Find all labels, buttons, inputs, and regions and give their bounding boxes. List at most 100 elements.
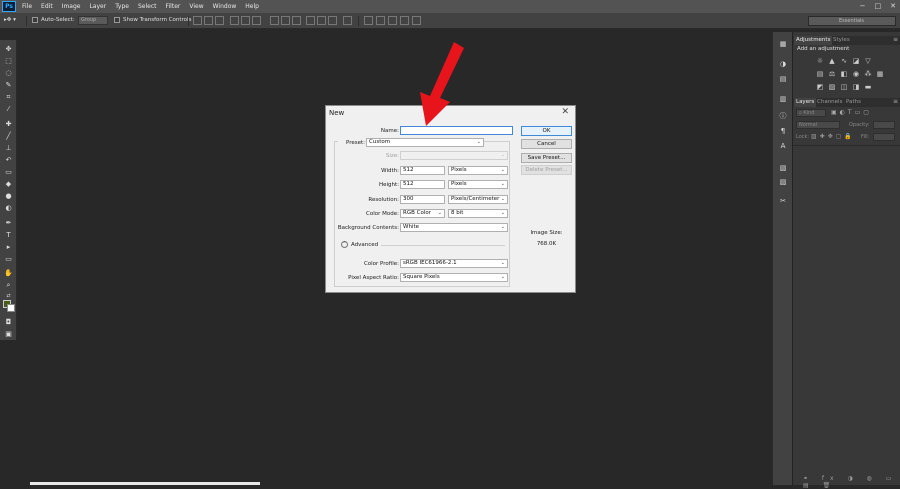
auto-align-icon[interactable] bbox=[343, 16, 352, 25]
bit-depth-select[interactable]: 8 bit ⌄ bbox=[448, 209, 508, 218]
photo-filter-icon[interactable]: ◉ bbox=[852, 70, 860, 78]
menu-select[interactable]: Select bbox=[138, 3, 157, 10]
ok-button[interactable]: OK bbox=[521, 126, 572, 136]
lasso-tool-icon[interactable]: ◌ bbox=[4, 69, 13, 77]
shape-tool-icon[interactable]: ▭ bbox=[4, 255, 13, 263]
menu-edit[interactable]: Edit bbox=[41, 3, 53, 10]
color-panel-icon[interactable]: ◑ bbox=[778, 60, 788, 69]
color-mode-select[interactable]: RGB Color ⌄ bbox=[400, 209, 445, 218]
preset-select[interactable]: Custom ⌄ bbox=[366, 138, 484, 147]
eyedropper-tool-icon[interactable]: ⁄ bbox=[4, 105, 13, 113]
crop-tool-icon[interactable]: ⌗ bbox=[4, 93, 13, 101]
black-white-icon[interactable]: ◧ bbox=[840, 70, 848, 78]
channel-mixer-icon[interactable]: ⁂ bbox=[864, 70, 872, 78]
tab-paths[interactable]: Paths bbox=[844, 98, 863, 107]
menu-image[interactable]: Image bbox=[62, 3, 81, 10]
3d-mode-icon[interactable] bbox=[364, 16, 373, 25]
width-unit-select[interactable]: Pixels ⌄ bbox=[448, 166, 508, 175]
posterize-icon[interactable]: ▨ bbox=[828, 83, 836, 91]
menu-view[interactable]: View bbox=[189, 3, 203, 10]
properties-panel-icon[interactable]: ▥ bbox=[778, 95, 788, 104]
width-input[interactable]: 512 bbox=[400, 166, 445, 175]
tab-styles[interactable]: Styles bbox=[831, 36, 852, 45]
hue-saturation-icon[interactable]: ▤ bbox=[816, 70, 824, 78]
clone-stamp-tool-icon[interactable]: ⊥ bbox=[4, 144, 13, 152]
distribute-top-icon[interactable] bbox=[270, 16, 279, 25]
threshold-icon[interactable]: ◫ bbox=[840, 83, 848, 91]
brightness-icon[interactable]: ☼ bbox=[816, 57, 824, 65]
selective-color-icon[interactable]: ◨ bbox=[852, 83, 860, 91]
3d-rotate-icon[interactable] bbox=[376, 16, 385, 25]
opacity-field[interactable] bbox=[873, 121, 895, 129]
history-brush-tool-icon[interactable]: ↶ bbox=[4, 156, 13, 164]
menu-type[interactable]: Type bbox=[115, 3, 129, 10]
align-right-icon[interactable] bbox=[252, 16, 261, 25]
pixel-aspect-ratio-select[interactable]: Square Pixels ⌄ bbox=[400, 273, 508, 282]
tab-layers[interactable]: Layers bbox=[794, 98, 817, 107]
minimize-icon[interactable]: − bbox=[860, 2, 866, 10]
color-profile-select[interactable]: sRGB IEC61966-2.1 ⌄ bbox=[400, 259, 508, 268]
menu-window[interactable]: Window bbox=[213, 3, 237, 10]
dodge-tool-icon[interactable]: ◐ bbox=[4, 204, 13, 212]
height-input[interactable]: 512 bbox=[400, 180, 445, 189]
tab-adjustments[interactable]: Adjustments bbox=[794, 36, 833, 45]
panel-menu-icon[interactable]: ≡ bbox=[893, 36, 898, 43]
invert-icon[interactable]: ◩ bbox=[816, 83, 824, 91]
gradient-map-icon[interactable]: ▬ bbox=[864, 83, 872, 91]
close-icon[interactable]: ✕ bbox=[561, 107, 569, 117]
move-tool-icon[interactable]: ✥ bbox=[4, 45, 13, 53]
3d-roll-icon[interactable] bbox=[388, 16, 397, 25]
resolution-input[interactable]: 300 bbox=[400, 195, 445, 204]
paragraph-panel-icon[interactable]: ¶ bbox=[778, 127, 788, 136]
blend-mode-select[interactable]: Normal bbox=[796, 121, 840, 129]
close-window-icon[interactable]: ✕ bbox=[890, 2, 896, 10]
paint-bucket-tool-icon[interactable]: ◆ bbox=[4, 180, 13, 188]
brush-presets-icon[interactable]: ▨ bbox=[778, 178, 788, 187]
layer-filter-icons[interactable]: ▣◐T▭▢ bbox=[831, 109, 872, 116]
move-tool-icon[interactable]: ▸✥ ▾ bbox=[4, 17, 16, 23]
menu-help[interactable]: Help bbox=[245, 3, 259, 10]
auto-select-checkbox[interactable] bbox=[32, 17, 38, 23]
resolution-unit-select[interactable]: Pixels/Centimeter ⌄ bbox=[448, 195, 508, 204]
path-select-tool-icon[interactable]: ▸ bbox=[4, 243, 13, 251]
3d-slide-icon[interactable] bbox=[412, 16, 421, 25]
distribute-hcenter-icon[interactable] bbox=[317, 16, 326, 25]
quick-select-tool-icon[interactable]: ✎ bbox=[4, 81, 13, 89]
info-panel-icon[interactable]: ⓘ bbox=[778, 112, 788, 121]
align-top-icon[interactable] bbox=[193, 16, 202, 25]
show-transform-checkbox[interactable] bbox=[114, 17, 120, 23]
lock-icons[interactable]: ▨✚✥▢🔒 bbox=[811, 133, 855, 140]
fill-field[interactable] bbox=[873, 133, 895, 141]
quick-mask-icon[interactable]: ◘ bbox=[4, 318, 13, 326]
eraser-tool-icon[interactable]: ▭ bbox=[4, 168, 13, 176]
curves-icon[interactable]: ∿ bbox=[840, 57, 848, 65]
levels-icon[interactable]: ▲ bbox=[828, 57, 836, 65]
brush-panel-icon[interactable]: ▧ bbox=[778, 164, 788, 173]
save-preset-button[interactable]: Save Preset... bbox=[521, 153, 572, 163]
color-lookup-icon[interactable]: ▦ bbox=[876, 70, 884, 78]
distribute-right-icon[interactable] bbox=[328, 16, 337, 25]
character-panel-icon[interactable]: A bbox=[778, 142, 788, 151]
menu-layer[interactable]: Layer bbox=[89, 3, 106, 10]
layer-actions-icons[interactable]: ⚭ fx ◑ ◍ ▭ ▤ 🗑 bbox=[803, 475, 900, 489]
background-color-swatch[interactable] bbox=[7, 304, 15, 312]
distribute-left-icon[interactable] bbox=[306, 16, 315, 25]
hand-tool-icon[interactable]: ✋ bbox=[4, 269, 13, 277]
screen-mode-icon[interactable]: ▣ bbox=[4, 330, 13, 338]
panel-menu-icon[interactable]: ≡ bbox=[893, 98, 898, 105]
layer-kind-filter[interactable]: ⌕ Kind bbox=[796, 109, 826, 117]
vibrance-icon[interactable]: ▽ bbox=[864, 57, 872, 65]
menu-filter[interactable]: Filter bbox=[166, 3, 181, 10]
tab-channels[interactable]: Channels bbox=[815, 98, 844, 107]
align-bottom-icon[interactable] bbox=[215, 16, 224, 25]
workspace-select[interactable]: Essentials bbox=[808, 16, 896, 26]
zoom-tool-icon[interactable]: ⌕ bbox=[4, 281, 13, 289]
cancel-button[interactable]: Cancel bbox=[521, 139, 572, 149]
maximize-icon[interactable]: □ bbox=[875, 2, 882, 10]
exposure-icon[interactable]: ◪ bbox=[852, 57, 860, 65]
pen-tool-icon[interactable]: ✒ bbox=[4, 219, 13, 227]
blur-tool-icon[interactable]: ● bbox=[4, 192, 13, 200]
type-tool-icon[interactable]: T bbox=[4, 231, 13, 239]
marquee-tool-icon[interactable]: ⬚ bbox=[4, 57, 13, 65]
advanced-toggle-icon[interactable]: ⌃ bbox=[341, 241, 348, 248]
